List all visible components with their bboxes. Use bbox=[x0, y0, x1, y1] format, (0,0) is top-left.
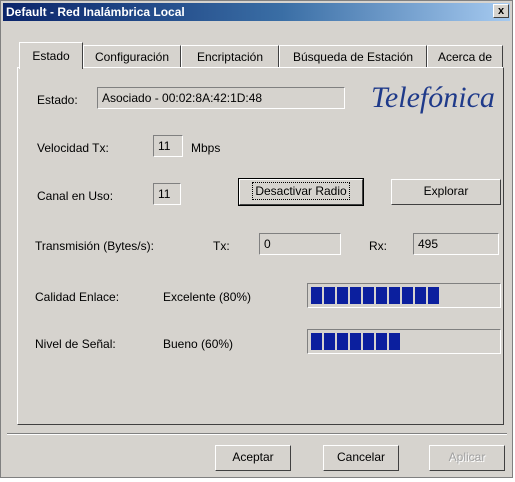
tx-speed-label: Velocidad Tx: bbox=[37, 141, 109, 155]
signal-level-segment bbox=[311, 333, 322, 350]
channel-field: 11 bbox=[153, 183, 181, 205]
link-quality-label: Calidad Enlace: bbox=[35, 290, 120, 304]
link-quality-segment bbox=[428, 287, 439, 304]
disable-radio-label: Desactivar Radio bbox=[252, 182, 350, 200]
footer-divider bbox=[7, 433, 507, 435]
close-button[interactable]: x bbox=[493, 4, 509, 18]
tx-label: Tx: bbox=[213, 239, 230, 253]
link-quality-segment bbox=[363, 287, 374, 304]
signal-label: Nivel de Señal: bbox=[35, 337, 116, 351]
signal-level-bar bbox=[307, 329, 501, 354]
tx-bytes-field: 0 bbox=[259, 233, 341, 255]
link-quality-segment bbox=[415, 287, 426, 304]
tab-estado[interactable]: Estado bbox=[19, 42, 83, 69]
estado-label: Estado: bbox=[37, 93, 78, 107]
signal-level-segment bbox=[376, 333, 387, 350]
link-quality-segment bbox=[402, 287, 413, 304]
tab-encriptacion[interactable]: Encriptación bbox=[181, 45, 279, 67]
tx-speed-unit: Mbps bbox=[191, 141, 221, 155]
window-title: Default - Red Inalámbrica Local bbox=[6, 5, 185, 19]
signal-level-segment bbox=[324, 333, 335, 350]
signal-value: Bueno (60%) bbox=[163, 337, 234, 351]
tx-speed-field: 11 bbox=[153, 135, 183, 157]
tab-busqueda-estacion[interactable]: Búsqueda de Estación bbox=[279, 45, 427, 67]
dialog-window: Default - Red Inalámbrica Local x Estado… bbox=[0, 0, 513, 478]
tab-acerca-de[interactable]: Acerca de bbox=[427, 45, 503, 67]
transmission-label: Transmisión (Bytes/s): bbox=[35, 239, 154, 253]
explore-button[interactable]: Explorar bbox=[391, 179, 501, 205]
tab-configuracion[interactable]: Configuración bbox=[83, 45, 181, 67]
link-quality-value: Excelente (80%) bbox=[163, 290, 252, 304]
signal-level-segment bbox=[389, 333, 400, 350]
link-quality-segment bbox=[337, 287, 348, 304]
apply-button[interactable]: Aplicar bbox=[429, 445, 505, 471]
signal-level-segment bbox=[363, 333, 374, 350]
link-quality-segment bbox=[376, 287, 387, 304]
accept-button[interactable]: Aceptar bbox=[215, 445, 291, 471]
disable-radio-button[interactable]: Desactivar Radio bbox=[238, 178, 364, 206]
link-quality-segment bbox=[324, 287, 335, 304]
estado-value-field: Asociado - 00:02:8A:42:1D:48 bbox=[97, 87, 345, 109]
channel-label: Canal en Uso: bbox=[37, 189, 114, 203]
link-quality-segment bbox=[350, 287, 361, 304]
signal-level-segment bbox=[350, 333, 361, 350]
link-quality-bar bbox=[307, 283, 501, 308]
rx-bytes-field: 495 bbox=[413, 233, 499, 255]
signal-level-segment bbox=[337, 333, 348, 350]
link-quality-segment bbox=[389, 287, 400, 304]
telefonica-logo: Telefónica bbox=[371, 81, 495, 114]
rx-label: Rx: bbox=[369, 239, 387, 253]
cancel-button[interactable]: Cancelar bbox=[323, 445, 399, 471]
title-bar[interactable]: Default - Red Inalámbrica Local x bbox=[3, 3, 510, 21]
link-quality-segment bbox=[311, 287, 322, 304]
